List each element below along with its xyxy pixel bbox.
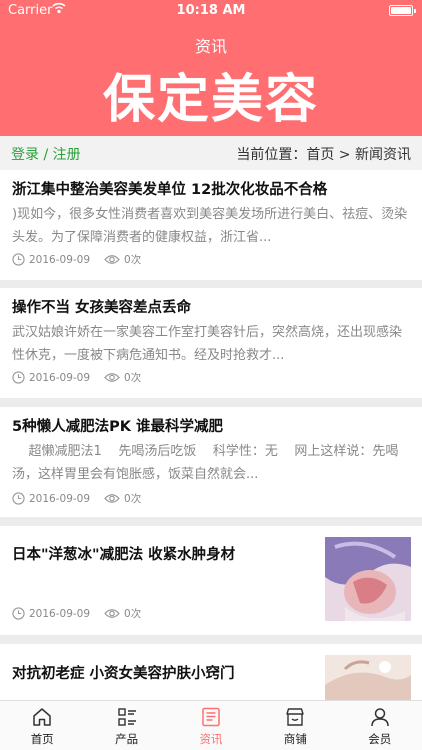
article-title[interactable]: 浙江集中整治美容美发单位 12批次化妆品不合格 [12,178,327,199]
article-card[interactable]: 对抗初老症 小资女美容护肤小窍门 [0,644,422,704]
tab-stores[interactable]: 商铺 [253,701,337,750]
article-views: 0次 [124,254,142,266]
page-title: 资讯 [194,37,227,56]
login-register-link[interactable]: 登录 / 注册 [11,144,81,164]
eye-icon [104,609,120,618]
article-card[interactable]: 5种懒人减肥法PK 谁最科学减肥 超懒减肥法1 先喝汤后吃饭 科学性：无 网上这… [0,407,422,517]
home-icon [33,708,51,726]
tab-bar: 首页 产品 资讯 商铺 会员 [0,700,422,750]
article-card[interactable]: 浙江集中整治美容美发单位 12批次化妆品不合格 )现如今，很多女性消费者喜欢到美… [0,170,422,280]
article-thumbnail[interactable] [325,655,411,704]
article-card[interactable]: 日本"洋葱冰"减肥法 收紧水肿身材 2016-09-09 0次 [0,526,422,635]
tab-products[interactable]: 产品 [84,701,168,750]
tab-label: 资讯 [199,732,223,746]
breadcrumb-bar: 登录 / 注册 当前位置：首页 > 新闻资讯 [0,136,422,170]
article-meta: 2016-09-09 0次 [12,606,141,621]
article-summary: )现如今，很多女性消费者喜欢到美容美发场所进行美白、祛痘、烫染头发。为了保障消费… [12,207,408,245]
news-icon [202,707,220,727]
nav-bar: 资讯 [0,22,422,64]
article-title[interactable]: 日本"洋葱冰"减肥法 收紧水肿身材 [12,543,235,564]
article-views: 0次 [124,608,142,620]
article-summary: 武汉姑娘许娇在一家美容工作室打美容针后，突然高烧，还出现感染性休克，一度被下病危… [12,325,403,363]
status-bar: Carrier 10:18 AM [0,0,422,22]
article-date: 2016-09-09 [29,371,91,384]
eye-icon [104,255,120,264]
tab-label: 产品 [115,732,139,746]
article-title[interactable]: 操作不当 女孩美容差点丢命 [12,296,191,317]
article-meta: 2016-09-09 0次 [12,370,141,385]
article-title[interactable]: 对抗初老症 小资女美容护肤小窍门 [12,662,235,683]
tab-news[interactable]: 资讯 [169,701,253,750]
clock: 10:18 AM [176,3,246,18]
brand-banner: 保定美容 [0,64,422,136]
article-meta: 2016-09-09 0次 [12,252,141,267]
tab-home[interactable]: 首页 [0,701,84,750]
article-meta: 2016-09-09 0次 [12,491,141,506]
article-views: 0次 [124,493,142,505]
tab-member[interactable]: 会员 [338,701,422,750]
article-date: 2016-09-09 [29,253,91,266]
user-icon [371,708,389,727]
article-thumbnail[interactable] [325,537,411,621]
tab-label: 首页 [30,732,54,746]
clock-icon [12,371,25,384]
tab-label: 商铺 [283,732,307,746]
article-summary: 超懒减肥法1 先喝汤后吃饭 科学性：无 网上这样说：先喝汤，这样胃里会有饱胀感，… [12,444,399,482]
clock-icon [12,253,25,266]
article-date: 2016-09-09 [29,492,91,505]
tab-label: 会员 [368,732,392,746]
eye-icon [104,373,120,382]
article-views: 0次 [124,372,142,384]
brand-logo: 保定美容 [102,71,319,129]
clock-icon [12,607,25,620]
breadcrumb: 当前位置：首页 > 新闻资讯 [236,147,411,163]
article-card[interactable]: 操作不当 女孩美容差点丢命 武汉姑娘许娇在一家美容工作室打美容针后，突然高烧，还… [0,288,422,398]
list-icon [117,708,136,726]
battery-icon [389,5,416,16]
store-icon [286,708,305,726]
eye-icon [104,494,120,503]
clock-icon [12,492,25,505]
article-date: 2016-09-09 [29,607,91,620]
article-title[interactable]: 5种懒人减肥法PK 谁最科学减肥 [12,415,223,436]
